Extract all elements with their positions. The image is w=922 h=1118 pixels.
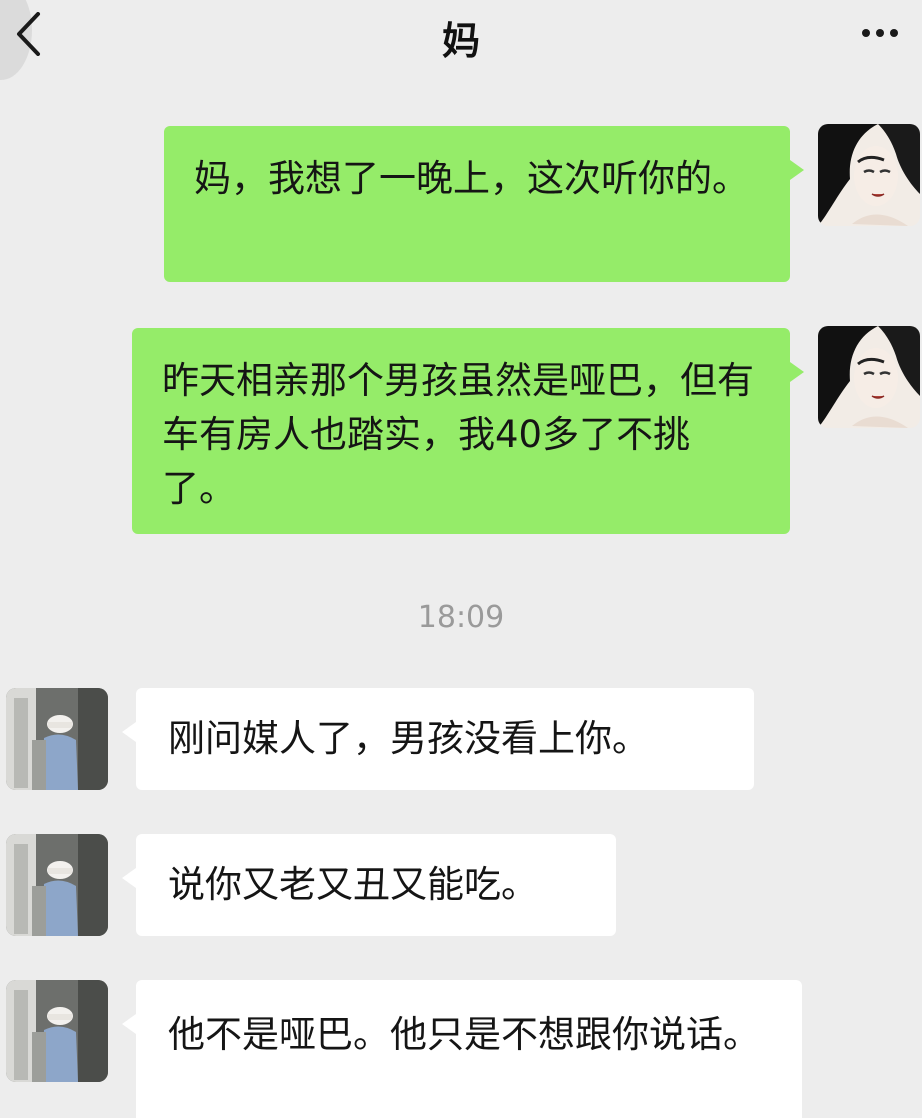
more-dot-icon (862, 29, 870, 37)
more-options-button[interactable] (862, 22, 908, 42)
message-text: 说你又老又丑又能吃。 (168, 863, 538, 906)
message-text: 刚问媒人了，男孩没看上你。 (168, 717, 649, 760)
message-text: 他不是哑巴。他只是不想跟你说话。 (168, 1013, 760, 1056)
message-text: 妈，我想了一晚上，这次听你的。 (194, 157, 749, 200)
incoming-message-bubble[interactable]: 刚问媒人了，男孩没看上你。 (122, 688, 754, 790)
contact-avatar[interactable] (6, 834, 108, 936)
woman-portrait-icon (818, 326, 920, 428)
more-dot-icon (890, 29, 898, 37)
message-timestamp: 18:09 (417, 600, 505, 635)
more-dot-icon (876, 29, 884, 37)
outgoing-message-bubble[interactable]: 妈，我想了一晚上，这次听你的。 (164, 126, 804, 282)
incoming-message-bubble[interactable]: 他不是哑巴。他只是不想跟你说话。 (122, 980, 802, 1118)
chat-header: 妈 (0, 0, 922, 80)
contact-avatar[interactable] (6, 980, 108, 1082)
outgoing-message-bubble[interactable]: 昨天相亲那个男孩虽然是哑巴，但有车有房人也踏实，我40多了不挑了。 (132, 328, 804, 534)
message-text: 昨天相亲那个男孩虽然是哑巴，但有车有房人也踏实，我40多了不挑了。 (162, 359, 754, 510)
person-photo-icon (6, 688, 108, 790)
woman-portrait-icon (818, 124, 920, 226)
my-avatar[interactable] (818, 124, 920, 226)
chat-title: 妈 (441, 19, 480, 63)
contact-avatar[interactable] (6, 688, 108, 790)
person-photo-icon (6, 980, 108, 1082)
person-photo-icon (6, 834, 108, 936)
incoming-message-bubble[interactable]: 说你又老又丑又能吃。 (122, 834, 616, 936)
my-avatar[interactable] (818, 326, 920, 428)
